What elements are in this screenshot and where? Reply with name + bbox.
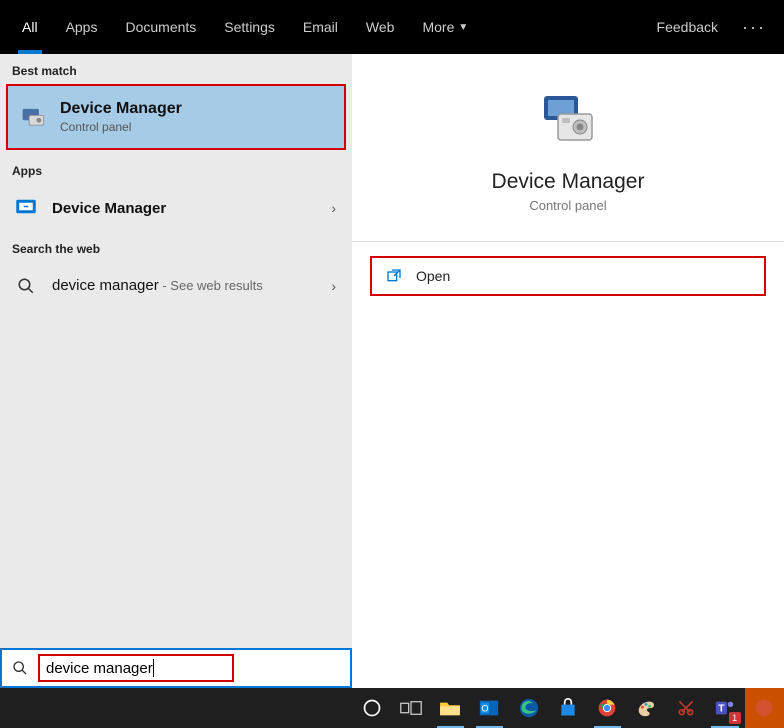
tab-label: Email [303,19,338,35]
svg-text:T: T [718,704,725,715]
tab-label: Web [366,19,395,35]
web-result[interactable]: device manager - See web results › [0,262,352,310]
open-icon [386,268,402,284]
chevron-right-icon: › [331,200,336,216]
search-icon [12,272,40,300]
device-manager-large-icon [536,90,600,154]
tab-documents[interactable]: Documents [111,0,210,54]
best-match-result[interactable]: Device Manager Control panel [6,84,346,150]
more-options-button[interactable]: ··· [732,17,776,38]
device-manager-icon [20,103,48,131]
search-filter-bar: All Apps Documents Settings Email Web Mo… [0,0,784,54]
taskbar: O T 1 [0,688,784,728]
feedback-label: Feedback [657,19,718,35]
divider [352,241,784,242]
result-title: Device Manager [52,200,166,217]
app-result-device-manager[interactable]: Device Manager › [0,184,352,232]
taskbar-edge[interactable] [509,688,548,728]
tab-label: Documents [125,19,196,35]
section-best-match: Best match [0,54,352,84]
taskbar-snip[interactable] [666,688,705,728]
badge-count: 1 [729,712,741,724]
tab-all[interactable]: All [8,0,52,54]
feedback-link[interactable]: Feedback [643,0,732,54]
chevron-right-icon: › [331,278,336,294]
tab-label: Apps [66,19,98,35]
search-input[interactable]: device manager [46,660,153,677]
open-label: Open [416,268,450,284]
open-action[interactable]: Open [370,256,766,296]
tab-label: More [422,19,454,35]
tab-web[interactable]: Web [352,0,409,54]
taskbar-cortana[interactable] [352,688,391,728]
detail-title: Device Manager [352,170,784,194]
taskbar-outlook[interactable]: O [470,688,509,728]
search-input-highlight: device manager [38,654,234,682]
taskbar-taskview[interactable] [391,688,430,728]
taskbar-teams[interactable]: T 1 [705,688,744,728]
taskbar-chrome[interactable] [588,688,627,728]
tab-apps[interactable]: Apps [52,0,112,54]
taskbar-store[interactable] [548,688,587,728]
svg-text:O: O [482,704,489,714]
result-detail-pane: Device Manager Control panel Open [352,54,784,648]
text-caret [153,659,154,677]
web-query: device manager [52,277,159,294]
search-results-area: Best match Device Manager Control panel … [0,54,784,648]
web-suffix: - See web results [159,278,263,293]
tab-email[interactable]: Email [289,0,352,54]
section-search-web: Search the web [0,232,352,262]
result-subtitle: Control panel [60,120,182,134]
section-apps: Apps [0,154,352,184]
taskbar-paint[interactable] [627,688,666,728]
tab-label: Settings [224,19,275,35]
detail-subtitle: Control panel [352,198,784,213]
taskbar-file-explorer[interactable] [431,688,470,728]
chevron-down-icon: ▼ [458,22,468,33]
tab-more[interactable]: More ▼ [408,0,482,54]
tab-label: All [22,19,38,35]
results-list: Best match Device Manager Control panel … [0,54,352,648]
result-title: Device Manager [60,100,182,118]
tab-settings[interactable]: Settings [210,0,289,54]
search-box[interactable]: device manager [0,648,352,688]
search-icon [2,660,38,676]
device-manager-app-icon [12,194,40,222]
taskbar-powerpoint[interactable] [745,688,784,728]
